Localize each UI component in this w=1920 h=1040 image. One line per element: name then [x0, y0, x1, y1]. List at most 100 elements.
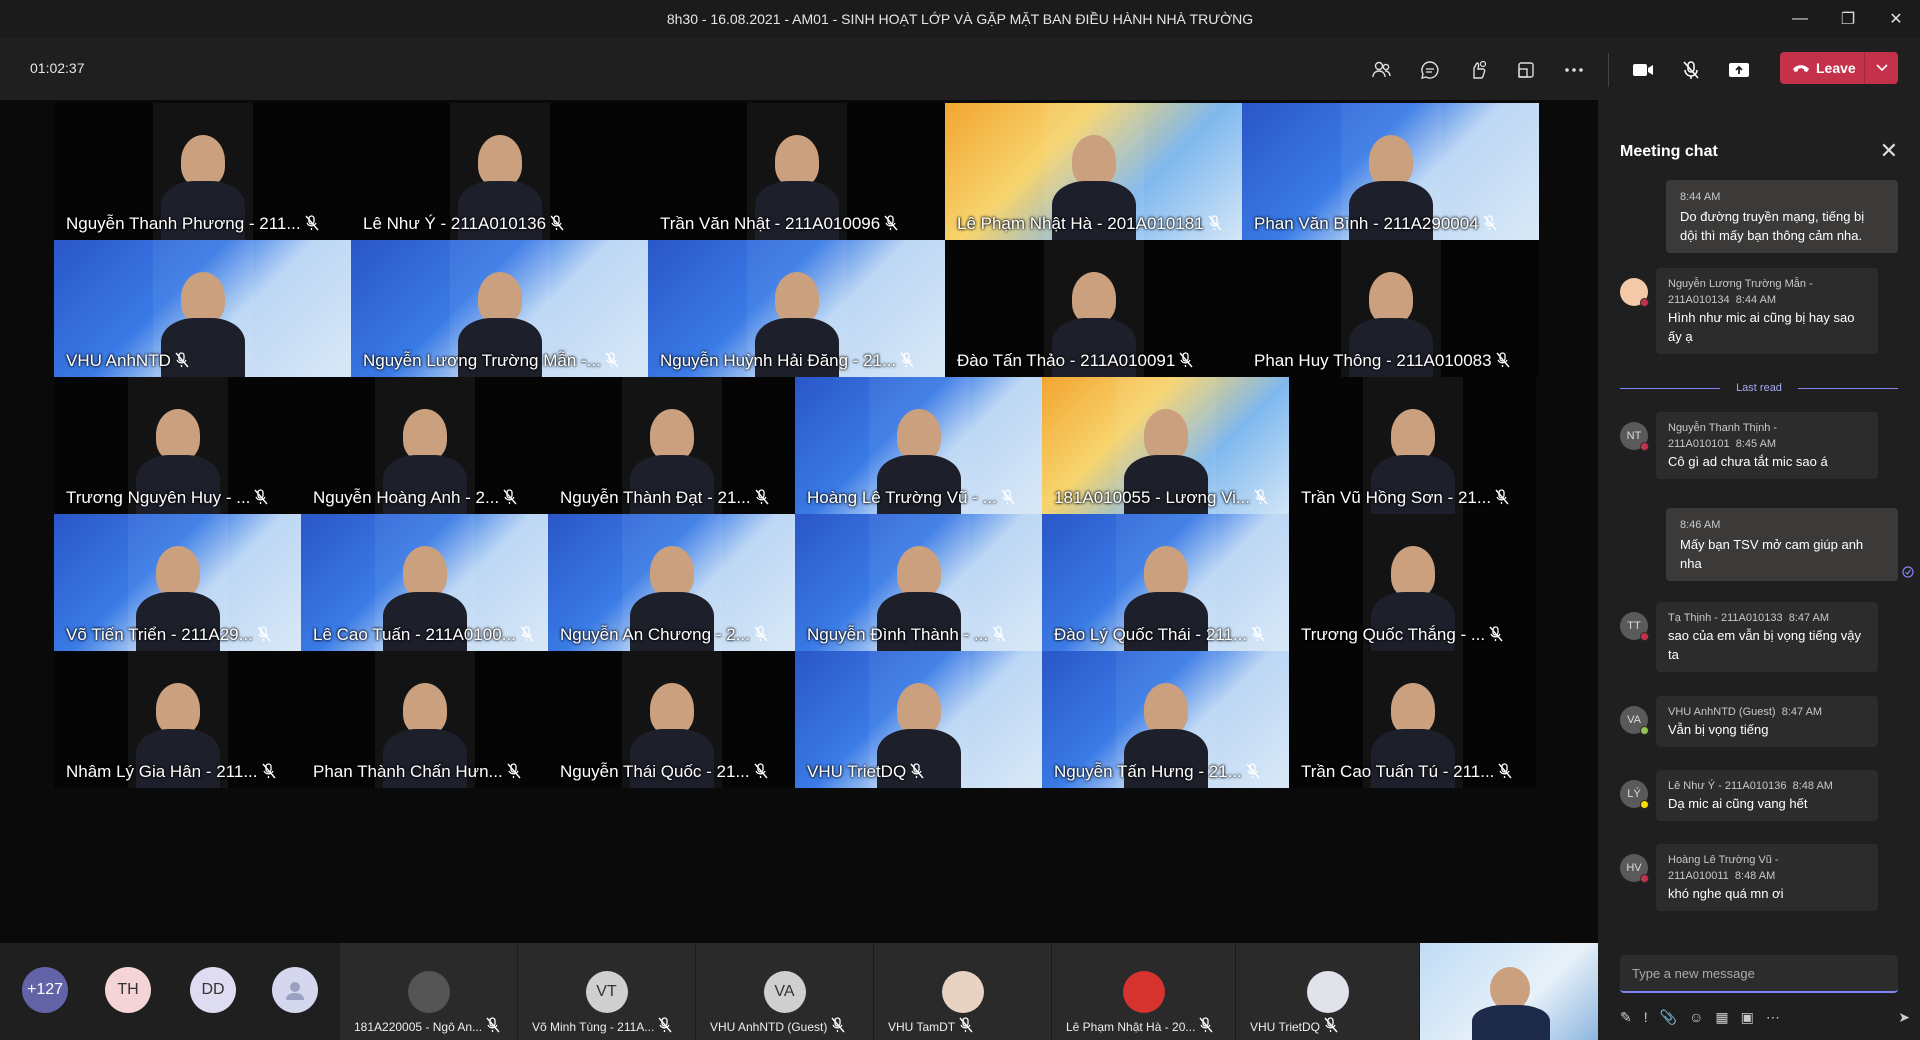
share-icon[interactable] — [1715, 50, 1763, 90]
minimize-icon[interactable]: — — [1776, 0, 1824, 38]
participant-video-tile[interactable]: Phan Văn Bình - 211A290004 — [1242, 103, 1539, 240]
participant-video-tile[interactable]: VHU TrietDQ — [795, 651, 1042, 788]
status-busy-icon — [1640, 298, 1649, 307]
roster-avatar[interactable]: TH — [105, 967, 151, 1013]
roster-tile[interactable]: Lê Phạm Nhật Hà - 20... — [1052, 943, 1236, 1040]
camera-icon[interactable] — [1619, 50, 1667, 90]
send-icon[interactable]: ➤ — [1898, 1009, 1910, 1026]
reactions-icon[interactable] — [1454, 50, 1502, 90]
mic-muted-icon — [884, 215, 898, 231]
participant-video-tile[interactable]: Lê Cao Tuấn - 211A0100... — [301, 514, 548, 651]
participant-video-tile[interactable]: Trần Cao Tuấn Tú - 211... — [1289, 651, 1536, 788]
participant-video-tile[interactable]: Nguyễn Thái Quốc - 21... — [548, 651, 795, 788]
mic-muted-icon[interactable] — [1667, 50, 1715, 90]
close-window-icon[interactable]: ✕ — [1872, 0, 1920, 38]
message-text: Mấy bạn TSV mở cam giúp anh nha — [1680, 537, 1864, 571]
chat-icon[interactable] — [1406, 50, 1454, 90]
video-grid: Nguyễn Thanh Phương - 211... Lê Như Ý - 2… — [0, 100, 1598, 943]
participant-name: Võ Tiến Triển - 211A29... — [66, 625, 271, 645]
gif-icon[interactable]: ▦ — [1715, 1009, 1728, 1026]
participant-video-tile[interactable]: Trần Vũ Hồng Sơn - 21... — [1289, 377, 1536, 514]
avatar — [1306, 971, 1349, 1013]
participant-video-tile[interactable]: Đào Lý Quốc Thái - 211... — [1042, 514, 1289, 651]
participant-video-tile[interactable]: Phan Huy Thông - 211A010083 — [1242, 240, 1539, 377]
participant-video-tile[interactable]: Lê Phạm Nhật Hà - 201A010181 — [945, 103, 1242, 240]
participant-video-tile[interactable]: Nguyễn Tấn Hưng - 21... — [1042, 651, 1289, 788]
chevron-down-icon[interactable] — [1865, 64, 1898, 72]
own-message[interactable]: 8:44 AM Do đường truyền mạng, tiếng bị d… — [1666, 180, 1898, 253]
leave-button[interactable]: Leave — [1780, 52, 1898, 84]
participant-video-tile[interactable]: Hoàng Lê Trường Vũ - ... — [795, 377, 1042, 514]
avatar: VA — [763, 971, 806, 1013]
participant-face — [478, 135, 522, 187]
participant-video-tile[interactable]: Nguyễn Lương Trường Mẫn -... — [351, 240, 648, 377]
participant-name: Nguyễn Huỳnh Hải Đăng - 21... — [660, 351, 914, 371]
participant-video-tile[interactable]: Phan Thành Chấn Hưn... — [301, 651, 548, 788]
participant-face — [650, 546, 694, 598]
participant-roster: +127 TH DD 181A220005 - Ngô An... VT Võ … — [0, 943, 1598, 1040]
participant-video-tile[interactable]: Nguyễn Thanh Phương - 211... — [54, 103, 351, 240]
participant-face — [181, 135, 225, 187]
message-compose-input[interactable]: Type a new message — [1620, 955, 1898, 993]
participant-face — [156, 546, 200, 598]
more-icon[interactable] — [1550, 50, 1598, 90]
emoji-icon[interactable]: ☺ — [1689, 1009, 1703, 1025]
own-message[interactable]: 8:46 AM Mấy bạn TSV mở cam giúp anh nha — [1666, 508, 1898, 581]
participant-name: 181A010055 - Lương Vi... — [1054, 488, 1268, 508]
mic-muted-icon — [1495, 489, 1509, 505]
message-text: Hình như mic ai cũng bị hay sao ấy ạ — [1668, 310, 1855, 344]
status-busy-icon — [1640, 874, 1649, 883]
participant-video-tile[interactable]: Nhâm Lý Gia Hân - 211... — [54, 651, 301, 788]
format-icon[interactable]: ✎ — [1620, 1009, 1632, 1026]
participant-video-tile[interactable]: Nguyễn An Chương - 2... — [548, 514, 795, 651]
self-view-video[interactable] — [1420, 943, 1598, 1040]
participant-name: Trần Văn Nhật - 211A010096 — [660, 214, 898, 234]
leave-main[interactable]: Leave — [1780, 60, 1864, 76]
message-time: 8:46 AM — [1680, 519, 1721, 531]
participant-video-tile[interactable]: Nguyễn Hoàng Anh - 2... — [301, 377, 548, 514]
status-away-icon — [1640, 800, 1649, 809]
participant-video-tile[interactable]: VHU AnhNTD — [54, 240, 351, 377]
participant-video-tile[interactable]: Nguyễn Đình Thành - ... — [795, 514, 1042, 651]
participant-video-tile[interactable]: Võ Tiến Triển - 211A29... — [54, 514, 301, 651]
roster-tile[interactable]: VA VHU AnhNTD (Guest) — [696, 943, 874, 1040]
participant-video-tile[interactable]: 181A010055 - Lương Vi... — [1042, 377, 1289, 514]
participant-video-tile[interactable]: Trương Quốc Thắng - ... — [1289, 514, 1536, 651]
participant-face — [1369, 135, 1413, 187]
participant-video-tile[interactable]: Trần Văn Nhật - 211A010096 — [648, 103, 945, 240]
participant-face — [1391, 409, 1435, 461]
participant-name: Trương Nguyên Huy - ... — [66, 488, 268, 508]
close-icon[interactable]: ✕ — [1880, 138, 1898, 164]
roster-tile[interactable]: 181A220005 - Ngô An... — [340, 943, 518, 1040]
overflow-count[interactable]: +127 — [22, 967, 68, 1013]
participant-video-tile[interactable]: Trương Nguyên Huy - ... — [54, 377, 301, 514]
restore-icon[interactable]: ❐ — [1824, 0, 1872, 38]
participant-name: Nhâm Lý Gia Hân - 211... — [66, 762, 276, 782]
message-text: Cô gì ad chưa tắt mic sao á — [1668, 454, 1828, 469]
participant-face — [1391, 683, 1435, 735]
more-options-icon[interactable]: ⋯ — [1766, 1009, 1780, 1026]
mic-muted-icon — [1179, 352, 1193, 368]
people-icon[interactable] — [1358, 50, 1406, 90]
sticker-icon[interactable]: ▣ — [1741, 1009, 1754, 1026]
attach-icon[interactable]: 📎 — [1660, 1009, 1677, 1026]
participant-face — [478, 272, 522, 324]
meeting-toolbar: 01:02:37 Leave — [0, 38, 1920, 100]
roster-tile[interactable]: VHU TrietDQ — [1236, 943, 1420, 1040]
participant-video-tile[interactable]: Nguyễn Thành Đạt - 21... — [548, 377, 795, 514]
participant-video-tile[interactable]: Lê Như Ý - 211A010136 — [351, 103, 648, 240]
participant-video-tile[interactable]: Nguyễn Huỳnh Hải Đăng - 21... — [648, 240, 945, 377]
roster-tile[interactable]: VHU TamDT — [874, 943, 1052, 1040]
phone-hangup-icon — [1793, 65, 1809, 72]
message-text: Do đường truyền mạng, tiếng bị dội thì m… — [1680, 209, 1865, 243]
rooms-icon[interactable] — [1502, 50, 1550, 90]
roster-avatar-photo[interactable] — [272, 967, 318, 1013]
message-author: VHU AnhNTD (Guest) — [1668, 706, 1776, 718]
participant-video-tile[interactable]: Đào Tấn Thảo - 211A010091 — [945, 240, 1242, 377]
participant-face — [897, 683, 941, 735]
roster-avatar[interactable]: DD — [190, 967, 236, 1013]
participant-name: Nguyễn An Chương - 2... — [560, 625, 768, 645]
mic-muted-icon — [1001, 489, 1015, 505]
important-icon[interactable]: ! — [1644, 1009, 1648, 1025]
roster-tile[interactable]: VT Võ Minh Tùng - 211A... — [518, 943, 696, 1040]
